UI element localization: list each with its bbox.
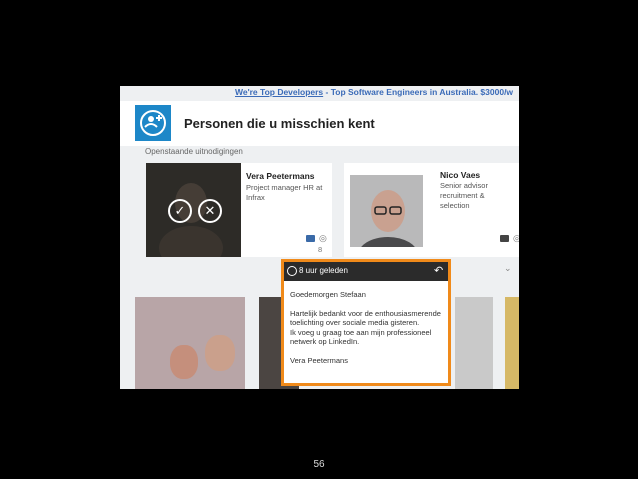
card-job-title: Project manager HR at Infrax [246,183,323,202]
card-job-title: Senior advisor recruitment & selection [440,181,488,210]
ad-text[interactable]: We're Top Developers - Top Software Engi… [235,87,513,97]
ad-description: - Top Software Engineers in Australia. $… [323,87,514,97]
message-signature: Vera Peetermans [290,355,348,365]
message-body: Goedemorgen Stefaan Hartelijk bedankt vo… [290,290,445,365]
chevron-down-icon[interactable]: ⌄ [504,263,512,274]
message-time: 8 uur geleden [299,266,348,275]
reply-icon[interactable]: ↶ [434,264,443,277]
card-name[interactable]: Nico Vaes [440,170,480,180]
eye-icon: ◎ [319,233,327,243]
decline-button[interactable]: ✕ [198,199,222,223]
add-contact-icon [135,105,171,141]
message-icon[interactable] [500,235,509,242]
message-line: Hartelijk bedankt voor de enthousiasmere… [290,308,444,328]
slide-page-number: 56 [313,459,325,470]
ad-banner[interactable]: We're Top Developers - Top Software Engi… [120,86,519,98]
message-line: Ik voeg u graag toe aan mijn professione… [290,327,434,347]
suggestion-photo[interactable] [505,297,519,389]
popup-header: 8 uur geleden ↶ [284,262,448,281]
message-icon[interactable] [306,235,315,242]
panel-title: Personen die u misschien kent [184,116,375,131]
profile-photo[interactable] [350,175,423,273]
profile-photo[interactable]: ✓ ✕ [146,163,241,270]
card-actions: ◎ [306,233,327,244]
suggestion-photo[interactable] [135,297,245,389]
invitation-card[interactable]: Nico Vaes Senior advisor recruitment & s… [344,163,519,273]
card-actions: ◎ [500,233,519,244]
message-greeting: Goedemorgen Stefaan [290,290,366,299]
ad-link[interactable]: We're Top Developers [235,87,323,97]
accept-button[interactable]: ✓ [168,199,192,223]
invitation-card[interactable]: ✓ ✕ Vera Peetermans Project manager HR a… [146,163,332,270]
invitation-message-popup: 8 uur geleden ↶ Goedemorgen Stefaan Hart… [281,259,451,386]
eye-icon: ◎ [513,233,519,243]
people-you-may-know-header: Personen die u misschien kent [120,101,519,146]
pending-invitations-label: Openstaande uitnodigingen [145,147,243,156]
suggestion-photo[interactable] [455,297,493,389]
view-count: 8 [318,245,323,254]
card-name[interactable]: Vera Peetermans [246,171,315,181]
clock-icon [287,266,297,276]
